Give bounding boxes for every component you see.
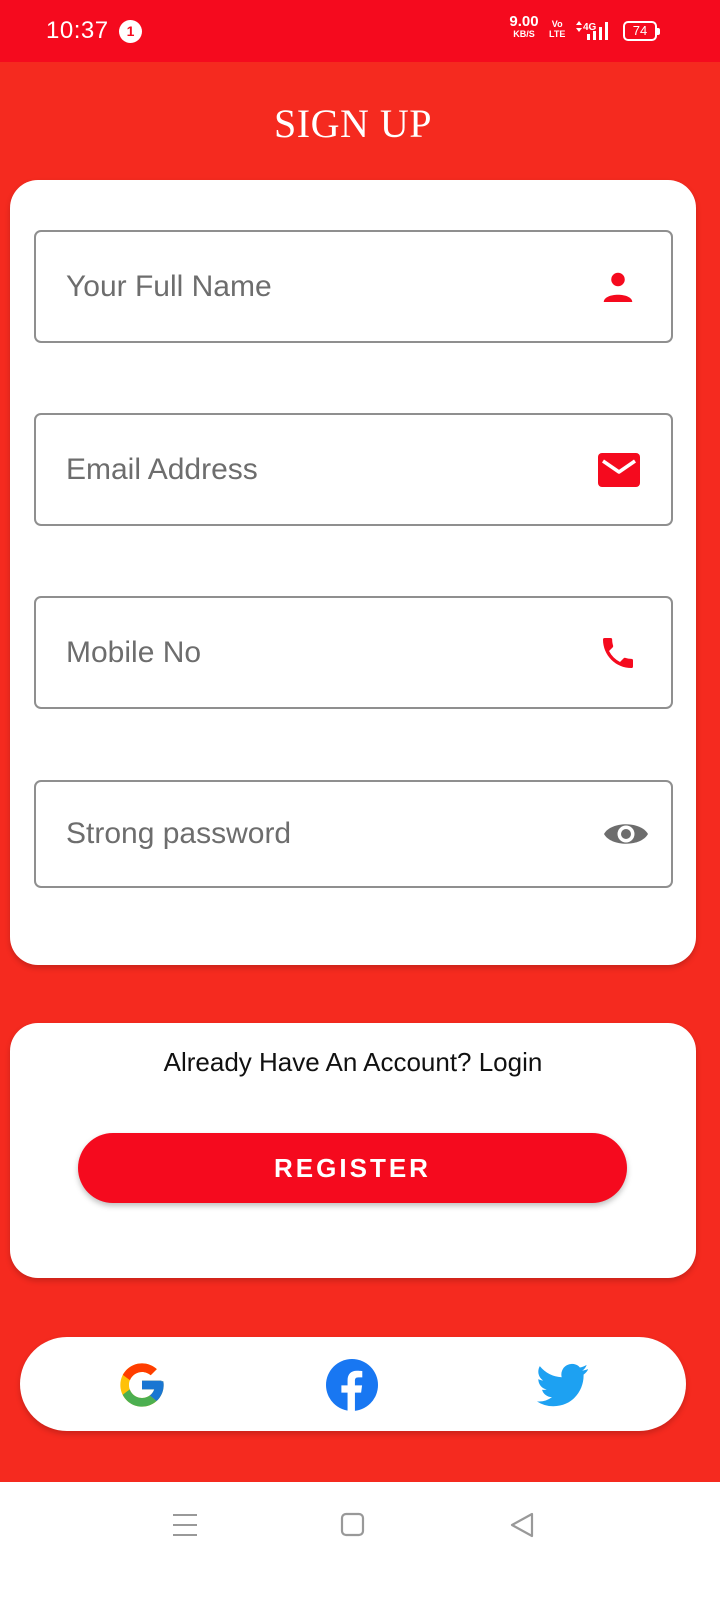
- twitter-icon[interactable]: [537, 1359, 589, 1411]
- action-card: Already Have An Account? Login REGISTER: [10, 1023, 696, 1278]
- social-login-card: [20, 1337, 686, 1431]
- register-button[interactable]: REGISTER: [78, 1133, 627, 1203]
- home-icon[interactable]: [340, 1510, 366, 1540]
- page-title: SIGN UP: [274, 101, 432, 146]
- status-bar: 10:37 1 9.00 KB/S Vo LTE 4G 74: [0, 0, 720, 62]
- full-name-input[interactable]: [66, 232, 566, 341]
- volte-line1: Vo: [551, 19, 563, 29]
- password-field[interactable]: [34, 780, 673, 888]
- menu-icon[interactable]: [172, 1510, 198, 1540]
- back-icon[interactable]: [508, 1510, 536, 1540]
- signal-icon: 4G: [576, 21, 608, 40]
- password-input[interactable]: [66, 782, 566, 886]
- battery-icon: 74: [623, 21, 660, 41]
- mail-icon: [598, 452, 640, 487]
- system-nav-bar: [0, 1482, 720, 1600]
- network-speed-value: 9.00: [509, 13, 539, 30]
- phone-icon: [603, 637, 633, 668]
- volte-line2: LTE: [549, 29, 566, 39]
- network-speed: 9.00 KB/S: [506, 13, 542, 40]
- eye-icon[interactable]: [603, 818, 649, 850]
- mobile-input[interactable]: [66, 598, 566, 707]
- login-link[interactable]: Already Have An Account? Login: [10, 1047, 696, 1078]
- person-icon: [603, 272, 633, 302]
- facebook-icon[interactable]: [326, 1359, 378, 1411]
- signup-form-card: [10, 180, 696, 965]
- notification-badge: 1: [119, 20, 142, 43]
- google-icon[interactable]: [116, 1359, 168, 1411]
- email-field[interactable]: [34, 413, 673, 526]
- volte-indicator: Vo LTE: [549, 19, 565, 39]
- status-time: 10:37: [46, 17, 109, 44]
- email-input[interactable]: [66, 415, 566, 524]
- full-name-field[interactable]: [34, 230, 673, 343]
- mobile-field[interactable]: [34, 596, 673, 709]
